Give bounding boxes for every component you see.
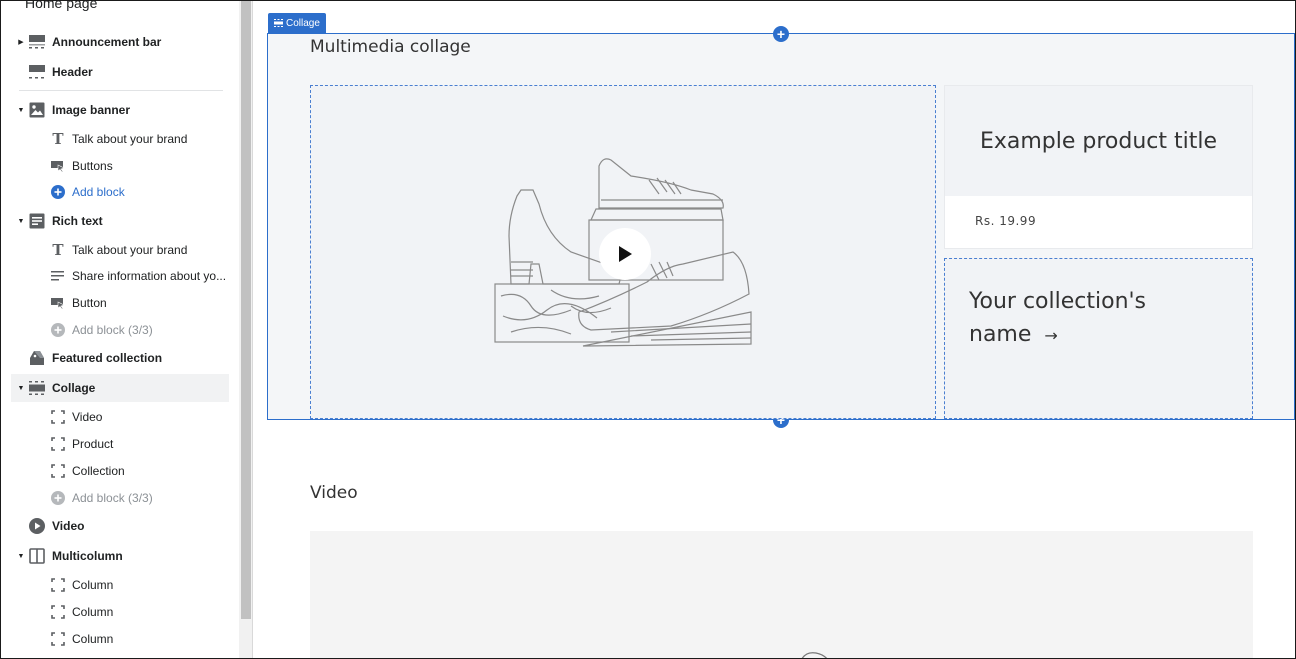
video-heading: Video [310,483,358,503]
product-title: Example product title [945,86,1252,196]
block-collection[interactable]: Collection [1,457,239,485]
block-column[interactable]: Column [1,625,239,653]
add-block-button-disabled: Add block (3/3) [1,316,239,344]
caret-down-icon[interactable]: ▼ [17,552,25,560]
block-label: Talk about your brand [72,132,188,146]
section-header[interactable]: Header [1,58,239,86]
sidebar-scrollbar[interactable] [239,1,253,658]
block-icon [50,436,66,452]
collage-video-block[interactable] [310,85,936,419]
caret-down-icon[interactable]: ▼ [17,217,25,225]
add-circle-icon [50,490,66,506]
block-talk-about-brand[interactable]: T Talk about your brand [1,236,239,264]
caret-down-icon[interactable]: ▼ [17,106,25,114]
text-icon: T [52,241,64,259]
section-label: Multicolumn [52,549,123,563]
section-video[interactable]: Video [1,512,239,540]
collage-heading: Multimedia collage [310,37,471,57]
section-collage[interactable]: ▼ Collage [11,374,229,402]
collage-section-tag[interactable]: Collage [268,13,326,33]
play-circle-icon [29,518,45,534]
section-rich-text[interactable]: ▼ Rich text [1,207,239,235]
block-talk-about-brand[interactable]: T Talk about your brand [1,125,239,153]
section-announcement-bar[interactable]: ▶ Announcement bar [1,28,239,56]
page-title: Home page [25,1,98,11]
add-block-label: Add block (3/3) [72,323,153,337]
preview-canvas: Collage + + Multimedia collage Example p… [254,1,1295,658]
block-column[interactable]: Column [1,571,239,599]
block-column[interactable]: Column [1,598,239,626]
section-featured-collection[interactable]: Featured collection [1,344,239,372]
block-icon [50,604,66,620]
block-label: Share information about yo... [72,269,227,283]
block-product[interactable]: Product [1,430,239,458]
block-label: Column [72,605,114,619]
announcement-bar-icon [29,34,45,50]
block-label: Video [72,410,103,424]
button-icon [50,158,66,174]
play-icon [619,246,632,262]
block-video[interactable]: Video [1,403,239,431]
section-label: Announcement bar [52,35,162,49]
block-label: Talk about your brand [72,243,188,257]
collage-collection-card[interactable]: Your collection's name → [944,258,1253,419]
play-button[interactable] [599,228,651,280]
add-block-button-disabled: Add block (3/3) [1,484,239,512]
add-block-button[interactable]: Add block [1,178,239,206]
rich-text-icon [29,213,45,229]
section-label: Header [52,65,93,79]
block-label: Column [72,578,114,592]
collage-product-card[interactable]: Example product title Rs. 19.99 [944,85,1253,249]
header-icon [29,64,45,80]
block-label: Column [72,632,114,646]
section-label: Collage [52,381,96,395]
button-icon [50,295,66,311]
video-illustration-icon [801,652,828,658]
theme-editor: Home page ▶ Announcement bar Header ▼ Im… [0,0,1296,659]
video-placeholder[interactable] [310,531,1253,658]
section-label: Image banner [52,103,131,117]
add-section-above-icon[interactable]: + [773,26,789,42]
paragraph-icon [50,268,66,284]
block-label: Button [72,296,107,310]
collage-tag-label: Collage [286,17,320,29]
add-circle-icon [50,322,66,338]
section-label: Video [52,519,85,533]
tag-icon [29,350,45,366]
block-label: Collection [72,464,125,478]
section-label: Featured collection [52,351,163,365]
caret-right-icon[interactable]: ▶ [17,38,25,46]
add-block-label: Add block [72,185,125,199]
section-image-banner[interactable]: ▼ Image banner [1,96,239,124]
collection-name[interactable]: Your collection's name → [969,285,1209,352]
block-button[interactable]: Button [1,289,239,317]
block-icon [50,577,66,593]
columns-icon [29,548,45,564]
block-buttons[interactable]: Buttons [1,152,239,180]
block-icon [50,631,66,647]
divider [19,90,223,91]
collage-icon [274,19,283,27]
sections-sidebar: Home page ▶ Announcement bar Header ▼ Im… [1,1,239,658]
block-icon [50,463,66,479]
image-icon [29,102,45,118]
arrow-right-icon: → [1044,326,1058,345]
text-icon: T [52,130,64,148]
caret-down-icon[interactable]: ▼ [17,384,25,392]
add-circle-icon [50,184,66,200]
section-label: Rich text [52,214,103,228]
add-block-label: Add block (3/3) [72,491,153,505]
product-price: Rs. 19.99 [975,214,1037,228]
block-icon [50,409,66,425]
block-share-information[interactable]: Share information about yo... [1,262,239,290]
block-label: Product [72,437,114,451]
scrollbar-thumb[interactable] [241,1,251,619]
block-label: Buttons [72,159,113,173]
collage-icon [29,380,45,396]
section-multicolumn[interactable]: ▼ Multicolumn [1,542,239,570]
